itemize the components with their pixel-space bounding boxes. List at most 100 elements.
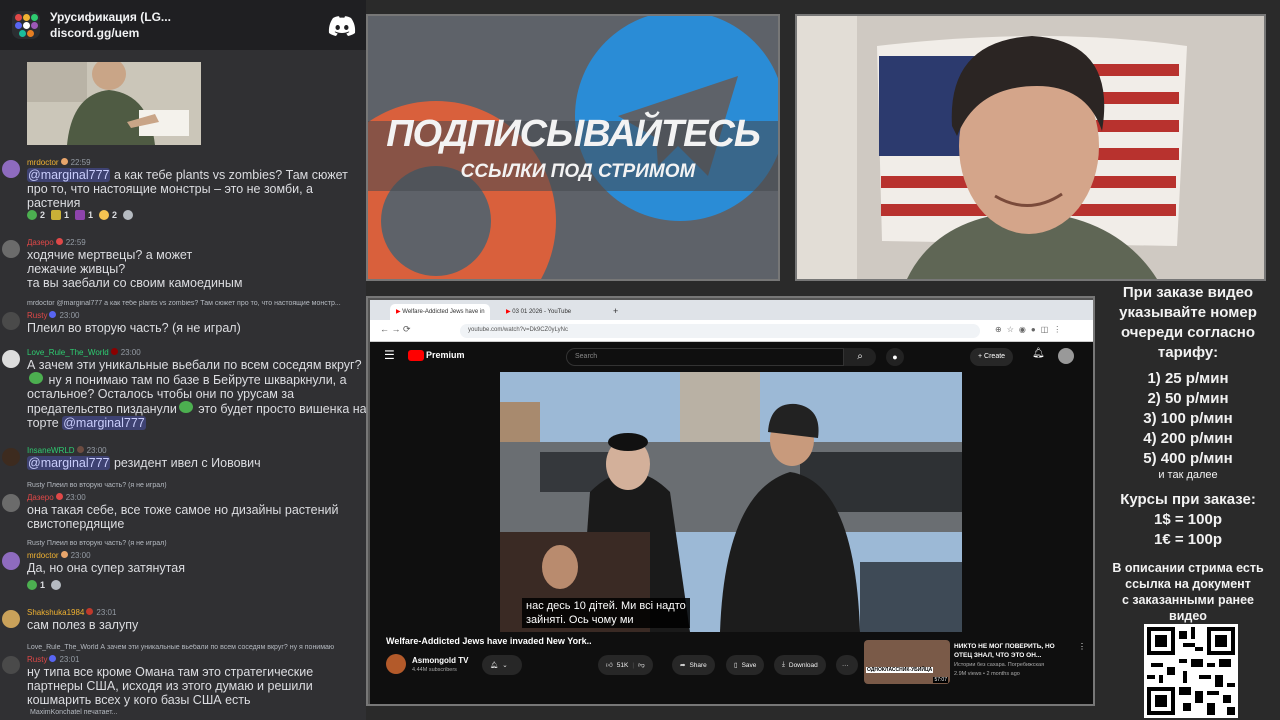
avatar[interactable] (2, 448, 20, 466)
youtube-logo-icon[interactable] (408, 350, 424, 361)
info-heading: При заказе видео (1122, 284, 1254, 301)
badge-icon (49, 655, 57, 662)
new-tab-button[interactable]: + (608, 304, 628, 320)
qr-code[interactable] (1144, 624, 1238, 718)
user-mention[interactable]: @marginal777 (62, 416, 146, 430)
typing-indicator: MaximKonchatel печатает... (30, 709, 118, 716)
price-tier: 4) 200 р/мин (1143, 430, 1233, 447)
info-heading: очереди согласно (1120, 324, 1256, 341)
badge-icon (55, 493, 63, 500)
badge-icon (86, 608, 94, 615)
save-button[interactable]: ▯ Save (726, 655, 765, 675)
avatar[interactable] (2, 552, 20, 570)
badge-icon (49, 311, 57, 318)
account-avatar[interactable] (1058, 348, 1074, 364)
like-button[interactable]: 👍︎ 51K | 👎︎ (598, 655, 653, 675)
badge-icon (110, 348, 118, 355)
chat-header: Урусификация (LG... discord.gg/uem (0, 0, 366, 50)
discord-chat-panel: Урусификация (LG... discord.gg/uem mrdoc… (0, 0, 366, 720)
channel-avatar[interactable] (386, 654, 406, 674)
reply-preview[interactable]: Rusty Плеил во вторую часть? (я не играл… (27, 540, 365, 547)
share-button[interactable]: ➦ Share (672, 655, 715, 675)
chat-message: Shakshuka1984 23:01 сам полез в залупу (0, 606, 366, 636)
url-field[interactable]: youtube.com/watch?v=Dk9CZ0yLyNc (460, 324, 980, 338)
channel-name[interactable]: Asmongold TV (412, 656, 468, 665)
thumbnail-caption: ОДНОКЛАССНИК-УБИЙЦА (866, 667, 934, 673)
smile-add-icon (51, 580, 62, 590)
bookmark-icon: ▯ (734, 662, 738, 669)
avatar[interactable] (2, 160, 20, 178)
nav-buttons-icon[interactable]: ← → ⟳ (380, 324, 411, 335)
avatar[interactable] (2, 350, 20, 368)
bell-icon[interactable]: 🔔︎ (1032, 348, 1045, 359)
course-rate: 1€ = 100р (1154, 531, 1222, 548)
tab[interactable]: ▶ 03 01 2026 - YouTube (500, 304, 600, 320)
avatar[interactable] (2, 494, 20, 512)
search-input[interactable]: Search (566, 348, 844, 366)
message-text: ходячие мертвецы? а может лежачие живцы? (27, 248, 193, 276)
thumbs-up-icon: 👍︎ (606, 662, 613, 669)
discord-icon (328, 16, 356, 36)
server-name: Урусификация (LG... (50, 10, 171, 24)
download-button[interactable]: ⤓ Download (774, 655, 826, 675)
video-title: Welfare-Addicted Jews have invaded New Y… (386, 636, 592, 646)
extension-icons[interactable]: ⊕☆◉●◫⋮ (995, 325, 1066, 334)
badge-icon (76, 446, 84, 453)
reply-preview[interactable]: mrdoctor @marginal777 а как тебе plants … (27, 300, 365, 307)
description-note: В описании стрима есть (1112, 561, 1264, 575)
reactions: 1 (27, 580, 62, 590)
recommended-thumbnail[interactable]: ОДНОКЛАССНИК-УБИЙЦА 57:07 (864, 640, 950, 684)
message-author: Rusty 23:00 (27, 311, 80, 320)
description-note: с заказанными ранее (1121, 593, 1254, 607)
tab-active[interactable]: ▶ Welfare-Addicted Jews have in (390, 304, 490, 320)
message-text: А зачем эти уникальные вьебали по всем с… (27, 358, 366, 430)
menu-icon[interactable]: ☰ (384, 348, 395, 362)
avatar[interactable] (2, 610, 20, 628)
reaction-chip[interactable]: 1 (75, 210, 93, 220)
add-reaction-button[interactable] (123, 210, 134, 220)
message-author: Rusty 23:01 (27, 655, 80, 664)
brand-label: Premium (426, 350, 465, 360)
thumbs-down-icon: 👎︎ (638, 662, 645, 669)
avatar[interactable] (2, 240, 20, 258)
info-heading: указывайте номер (1119, 304, 1257, 321)
message-text: сам полез в залупу (27, 618, 139, 632)
user-mention[interactable]: @marginal777 (27, 168, 111, 182)
pepe-emoji-icon (29, 372, 43, 384)
subscriber-count: 4.44M subscribers (412, 667, 457, 673)
chat-message: Rusty Плеил во вторую часть? (я не играл… (0, 480, 366, 532)
reaction-chip[interactable]: 1 (27, 580, 45, 590)
video-player[interactable]: нас десь 10 дітей. Ми всі надто зайняті. … (500, 372, 962, 632)
reply-preview[interactable]: Love_Rule_The_World А зачем эти уникальн… (27, 644, 365, 651)
reaction-chip[interactable]: 2 (27, 210, 45, 220)
sticker-emoji-icon (75, 210, 86, 220)
notification-button[interactable]: 🔔︎ ⌄ (482, 655, 522, 675)
recommended-title[interactable]: НИКТО НЕ МОГ ПОВЕРИТЬ, НО ОТЕЦ ЗНАЛ, ЧТО… (954, 642, 1074, 660)
invite-link[interactable]: discord.gg/uem (50, 25, 171, 41)
price-tier: 2) 50 р/мин (1147, 390, 1229, 407)
reply-preview[interactable]: Rusty Плеил во вторую часть? (я не играл… (27, 482, 365, 489)
avatar[interactable] (2, 312, 20, 330)
more-vert-icon[interactable]: ⋮ (1078, 642, 1086, 651)
search-icon[interactable]: ⌕ (844, 348, 876, 366)
banner-subline: ССЫЛКИ ПОД СТРИМОМ (460, 161, 696, 182)
chat-message: mrdoctor 22:59 @marginal777 а как тебе pl… (0, 156, 366, 226)
address-bar: ← → ⟳ youtube.com/watch?v=Dk9CZ0yLyNc ⊕☆… (370, 320, 1093, 342)
recommended-meta: 2.9M views • 2 months ago (954, 671, 1020, 677)
server-icon[interactable] (12, 11, 40, 39)
courses-title: Курсы при заказе: (1120, 491, 1256, 508)
reaction-chip[interactable]: 2 (99, 210, 117, 220)
message-author: Дазеро 23:00 (27, 493, 86, 502)
user-mention[interactable]: @marginal777 (27, 456, 111, 470)
shared-image-thumbnail[interactable] (27, 58, 201, 145)
price-etc: и так далее (1158, 469, 1218, 481)
message-text: @marginal777 резидент ивел с Иовович (27, 456, 261, 470)
recommended-channel[interactable]: Истории без сахара. Погребижская (954, 662, 1082, 668)
reaction-chip[interactable]: 1 (51, 210, 69, 220)
mic-icon[interactable]: ● (886, 348, 904, 366)
avatar[interactable] (2, 656, 20, 674)
create-button[interactable]: + Create (970, 348, 1014, 366)
more-actions-button[interactable]: ··· (836, 655, 858, 675)
recommended-video[interactable]: ОДНОКЛАССНИК-УБИЙЦА 57:07 НИКТО НЕ МОГ П… (864, 640, 1088, 686)
add-reaction-button[interactable] (51, 580, 62, 590)
